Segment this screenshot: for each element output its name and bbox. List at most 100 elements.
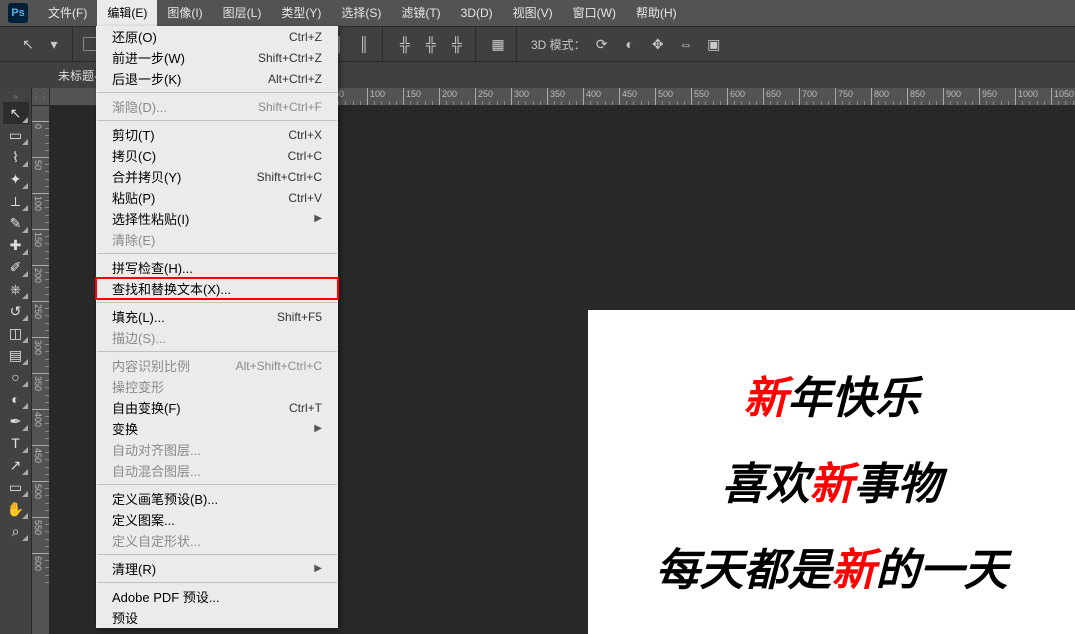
tool-history-brush[interactable]: ↺ [3, 300, 29, 322]
menu-item-拼写检查H[interactable]: 拼写检查(H)... [96, 257, 338, 278]
document-canvas[interactable]: 新年快乐喜欢新事物每天都是新的一天 [588, 310, 1075, 634]
3d-roll-icon[interactable]: ◐ [618, 32, 642, 56]
menu-图层l[interactable]: 图层(L) [213, 0, 272, 26]
menu-shortcut: Ctrl+V [288, 191, 322, 205]
text-segment: 事物 [854, 460, 942, 509]
menu-item-label: 粘贴(P) [112, 188, 155, 207]
menu-separator [97, 302, 337, 303]
tool-text[interactable]: T [3, 432, 29, 454]
text-segment: 每天都是 [656, 546, 832, 595]
menu-item-Adobe PDF 预设[interactable]: Adobe PDF 预设... [96, 586, 338, 607]
menu-item-label: 描边(S)... [112, 328, 166, 347]
menu-item-查找和替换文本X[interactable]: 查找和替换文本(X)... [96, 278, 338, 299]
menu-item-操控变形: 操控变形 [96, 376, 338, 397]
menu-item-拷贝C[interactable]: 拷贝(C)Ctrl+C [96, 145, 338, 166]
menu-item-内容识别比例: 内容识别比例Alt+Shift+Ctrl+C [96, 355, 338, 376]
menu-item-剪切T[interactable]: 剪切(T)Ctrl+X [96, 124, 338, 145]
menu-item-预设[interactable]: 预设 [96, 607, 338, 628]
distribute-icon[interactable]: ║ [352, 32, 376, 56]
menu-帮助h[interactable]: 帮助(H) [626, 0, 687, 26]
canvas-text-line[interactable]: 每天都是新的一天 [618, 534, 1045, 598]
tool-shape[interactable]: ▭ [3, 476, 29, 498]
menu-item-定义画笔预设B[interactable]: 定义画笔预设(B)... [96, 488, 338, 509]
tool-stamp[interactable]: ⎈ [3, 278, 29, 300]
menu-separator [97, 92, 337, 93]
canvas-text-line[interactable]: 喜欢新事物 [618, 448, 1045, 512]
menu-item-label: 拼写检查(H)... [112, 258, 193, 277]
tool-eraser[interactable]: ◫ [3, 322, 29, 344]
menu-3dd[interactable]: 3D(D) [451, 0, 503, 26]
tool-preset-dropdown[interactable]: ▾ [42, 32, 66, 56]
3d-rotate-icon[interactable]: ⟳ [590, 32, 614, 56]
menu-item-label: 还原(O) [112, 27, 157, 46]
submenu-arrow-icon: ▶ [314, 423, 322, 434]
menubar: Ps 文件(F)编辑(E)图像(I)图层(L)类型(Y)选择(S)滤镜(T)3D… [0, 0, 1075, 26]
toolbox-handle[interactable]: » [2, 92, 30, 100]
tool-gradient[interactable]: ▤ [3, 344, 29, 366]
spacing-h-icon[interactable]: ╬ [393, 32, 417, 56]
menu-item-渐隐D: 渐隐(D)...Shift+Ctrl+F [96, 96, 338, 117]
tool-brush[interactable]: ✐ [3, 256, 29, 278]
menu-窗口w[interactable]: 窗口(W) [563, 0, 626, 26]
menu-item-粘贴P[interactable]: 粘贴(P) Ctrl+V [96, 187, 338, 208]
menu-item-变换[interactable]: 变换▶ [96, 418, 338, 439]
text-segment: 新 [832, 546, 876, 595]
menu-item-还原O[interactable]: 还原(O)Ctrl+Z [96, 26, 338, 47]
menu-视图v[interactable]: 视图(V) [503, 0, 563, 26]
menu-类型y[interactable]: 类型(Y) [271, 0, 331, 26]
menu-shortcut: Shift+F5 [277, 310, 322, 324]
auto-align-icon[interactable]: ▦ [486, 32, 510, 56]
3d-slide-icon[interactable]: ⇔ [674, 32, 698, 56]
menu-选择s[interactable]: 选择(S) [331, 0, 391, 26]
menu-滤镜t[interactable]: 滤镜(T) [391, 0, 450, 26]
ruler-origin[interactable]: ⋮⋮ [32, 88, 50, 106]
tool-hand[interactable]: ✋ [3, 498, 29, 520]
menu-item-前进一步W[interactable]: 前进一步(W)Shift+Ctrl+Z [96, 47, 338, 68]
tool-move[interactable]: ↖ [3, 102, 29, 124]
canvas-text-line[interactable]: 新年快乐 [618, 362, 1045, 426]
menu-item-清理R[interactable]: 清理(R)▶ [96, 558, 338, 579]
menu-item-label: 渐隐(D)... [112, 97, 167, 116]
menu-item-合并拷贝Y[interactable]: 合并拷贝(Y)Shift+Ctrl+C [96, 166, 338, 187]
menu-item-label: 填充(L)... [112, 307, 165, 326]
tool-lasso[interactable]: ⌇ [3, 146, 29, 168]
move-tool-indicator[interactable]: ↖ [16, 32, 40, 56]
tool-path-select[interactable]: ↗ [3, 454, 29, 476]
menu-shortcut: Ctrl+C [288, 149, 322, 163]
menu-item-定义自定形状: 定义自定形状... [96, 530, 338, 551]
menu-item-定义图案[interactable]: 定义图案... [96, 509, 338, 530]
tool-dodge[interactable]: ◐ [3, 388, 29, 410]
menu-item-label: 前进一步(W) [112, 48, 185, 67]
tool-healing[interactable]: ✚ [3, 234, 29, 256]
3d-pan-icon[interactable]: ✥ [646, 32, 670, 56]
tool-zoom[interactable]: ⌕ [3, 520, 29, 542]
menu-separator [97, 253, 337, 254]
menu-item-label: 定义图案... [112, 510, 175, 529]
menu-item-填充L[interactable]: 填充(L)... Shift+F5 [96, 306, 338, 327]
tool-crop[interactable]: ⟂ [3, 190, 29, 212]
tool-eyedropper[interactable]: ✎ [3, 212, 29, 234]
tool-pen[interactable]: ✒ [3, 410, 29, 432]
ruler-vertical[interactable]: 050100150200250300350400450500550600 [32, 106, 50, 634]
spacing-icon[interactable]: ╬ [445, 32, 469, 56]
menu-item-后退一步K[interactable]: 后退一步(K)Alt+Ctrl+Z [96, 68, 338, 89]
menu-separator [97, 554, 337, 555]
auto-select-checkbox[interactable] [83, 37, 97, 51]
menu-separator [97, 484, 337, 485]
menu-shortcut: Alt+Ctrl+Z [268, 72, 322, 86]
menu-图像i[interactable]: 图像(I) [157, 0, 212, 26]
menu-编辑e[interactable]: 编辑(E) [97, 0, 157, 26]
menu-item-label: 定义自定形状... [112, 531, 201, 550]
tool-magic-wand[interactable]: ✦ [3, 168, 29, 190]
spacing-v-icon[interactable]: ╬ [419, 32, 443, 56]
menu-item-label: 定义画笔预设(B)... [112, 489, 218, 508]
tool-blur[interactable]: ○ [3, 366, 29, 388]
menu-item-label: 操控变形 [112, 377, 164, 396]
menu-item-自由变换F[interactable]: 自由变换(F)Ctrl+T [96, 397, 338, 418]
submenu-arrow-icon: ▶ [314, 563, 322, 574]
menu-item-选择性粘贴I[interactable]: 选择性粘贴(I)▶ [96, 208, 338, 229]
menu-item-自动对齐图层: 自动对齐图层... [96, 439, 338, 460]
tool-rect-select[interactable]: ▭ [3, 124, 29, 146]
3d-scale-icon[interactable]: ▣ [702, 32, 726, 56]
menu-文件f[interactable]: 文件(F) [38, 0, 97, 26]
